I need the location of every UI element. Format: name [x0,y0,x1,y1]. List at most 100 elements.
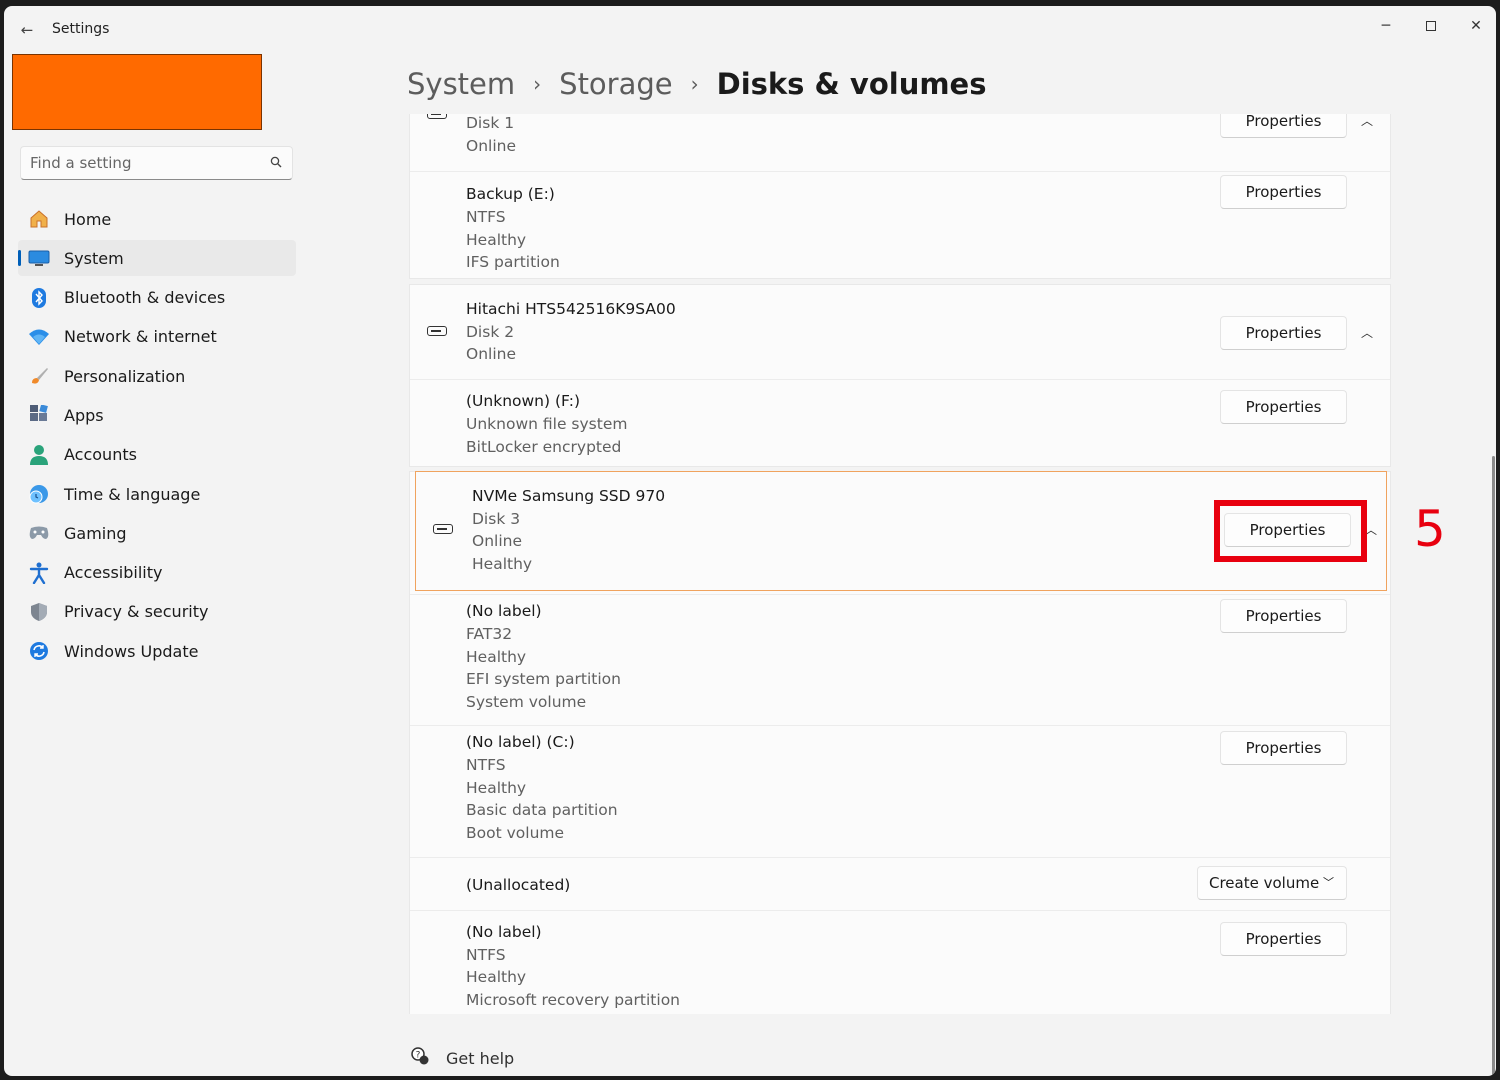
bluetooth-icon [28,287,50,309]
properties-button[interactable]: Properties [1220,390,1347,424]
disk-card-disk1: Disk 1 Online Properties ︿ Backup (E:) N… [409,114,1391,279]
sidebar-item-bluetooth[interactable]: Bluetooth & devices [18,280,296,316]
create-volume-dropdown[interactable]: Create volume ﹀ [1197,866,1347,900]
sidebar-item-label: Personalization [64,366,186,386]
disk-row-disk2[interactable]: Hitachi HTS542516K9SA00 Disk 2 Online Pr… [410,285,1390,379]
selection-indicator [18,250,21,267]
volume-line: Unknown file system [466,415,628,433]
title-bar: ← Settings ─ ✕ [4,6,1496,52]
sidebar-item-label: Network & internet [64,327,217,347]
properties-button[interactable]: Properties [1220,114,1347,138]
disk-row-disk1[interactable]: Disk 1 Online Properties ︿ [410,114,1390,171]
properties-button[interactable]: Properties [1220,922,1347,956]
sidebar-item-windows-update[interactable]: Windows Update [18,633,296,669]
get-help-label: Get help [446,1048,515,1068]
volume-line: FAT32 [466,625,513,643]
sidebar-item-label: Privacy & security [64,602,209,622]
volume-line: Basic data partition [466,801,618,819]
disk-line: Healthy [472,555,533,573]
maximize-button[interactable] [1409,10,1453,42]
close-icon: ✕ [1470,18,1482,34]
help-icon: ? [410,1046,430,1070]
properties-button[interactable]: Properties [1220,175,1347,209]
disk-line: Hitachi HTS542516K9SA00 [466,300,676,318]
breadcrumb-system[interactable]: System [407,67,515,101]
volume-line: Healthy [466,231,527,249]
sidebar-item-label: Time & language [64,484,201,504]
get-help-link[interactable]: ? Get help [410,1046,514,1070]
chevron-up-icon[interactable]: ︿ [1357,323,1377,343]
apps-icon [28,404,50,426]
volume-row[interactable]: Backup (E:) NTFS Healthy IFS partition P… [410,171,1390,280]
volume-line: (No label) [466,602,542,620]
maximize-icon [1426,21,1436,31]
system-icon [28,247,50,269]
breadcrumb: System › Storage › Disks & volumes [407,62,987,106]
update-icon [28,640,50,662]
volume-line: IFS partition [466,253,560,271]
sidebar-nav: Home System Bluetooth & devices Network … [18,201,296,673]
sidebar-item-label: Accessibility [64,563,163,583]
globe-clock-icon [28,483,50,505]
app-title: Settings [52,21,110,37]
chevron-right-icon: › [533,72,542,96]
volume-line: Microsoft recovery partition [466,991,681,1009]
properties-button[interactable]: Properties [1220,731,1347,765]
breadcrumb-storage[interactable]: Storage [559,67,672,101]
disk-line: NVMe Samsung SSD 970 [472,487,666,505]
sidebar-item-network[interactable]: Network & internet [18,319,296,355]
search-icon[interactable] [270,156,282,168]
volume-row[interactable]: (No label) NTFS Healthy Microsoft recove… [410,910,1390,1014]
volume-row[interactable]: (No label) FAT32 Healthy EFI system part… [410,594,1390,725]
drive-icon [433,524,453,534]
volume-line: EFI system partition [466,670,621,688]
sidebar-item-gaming[interactable]: Gaming [18,515,296,551]
minimize-button[interactable]: ─ [1364,10,1408,42]
volume-line: Healthy [466,648,527,666]
volume-line: NTFS [466,946,506,964]
chevron-right-icon: › [690,72,699,96]
scrollbar[interactable] [1492,456,1495,1076]
volume-line: NTFS [466,756,506,774]
search-input[interactable] [21,147,261,179]
disk-line: Online [466,137,516,155]
sidebar-item-home[interactable]: Home [18,201,296,237]
sidebar-item-label: System [64,248,124,268]
sidebar-item-apps[interactable]: Apps [18,397,296,433]
volume-line: Backup (E:) [466,185,555,203]
volume-line: NTFS [466,208,506,226]
accessibility-icon [28,562,50,584]
properties-button[interactable]: Properties [1220,316,1347,350]
properties-button[interactable]: Properties [1220,599,1347,633]
sidebar-item-privacy-security[interactable]: Privacy & security [18,594,296,630]
sidebar-item-time-language[interactable]: Time & language [18,476,296,512]
volume-row[interactable]: (No label) (C:) NTFS Healthy Basic data … [410,725,1390,857]
shield-icon [28,601,50,623]
disk-line: Disk 2 [466,323,515,341]
disk-line: Online [466,345,516,363]
volume-line: Healthy [466,779,527,797]
minimize-icon: ─ [1381,18,1391,34]
volume-line: (No label) (C:) [466,733,575,751]
sidebar-item-accessibility[interactable]: Accessibility [18,555,296,591]
volume-line: (Unknown) (F:) [466,392,581,410]
search-box[interactable] [20,146,293,180]
close-button[interactable]: ✕ [1454,10,1496,42]
back-button[interactable]: ← [16,19,38,41]
create-volume-label: Create volume [1209,874,1320,892]
settings-window: ← Settings ─ ✕ Home System Bluetooth & d… [4,6,1496,1076]
brush-icon [28,365,50,387]
sidebar-item-label: Bluetooth & devices [64,288,226,308]
volume-line: Healthy [466,968,527,986]
drive-icon [427,326,447,336]
disk-line: Disk 3 [472,510,521,528]
disk-card-disk2: Hitachi HTS542516K9SA00 Disk 2 Online Pr… [409,284,1391,467]
chevron-up-icon[interactable]: ︿ [1357,114,1377,131]
sidebar-item-accounts[interactable]: Accounts [18,437,296,473]
accounts-icon [28,444,50,466]
sidebar-item-system[interactable]: System [18,240,296,277]
sidebar-item-personalization[interactable]: Personalization [18,358,296,394]
sidebar-item-label: Gaming [64,523,127,543]
volume-row[interactable]: (Unknown) (F:) Unknown file system BitLo… [410,379,1390,468]
volume-row-unallocated[interactable]: (Unallocated) Create volume ﹀ [410,857,1390,910]
